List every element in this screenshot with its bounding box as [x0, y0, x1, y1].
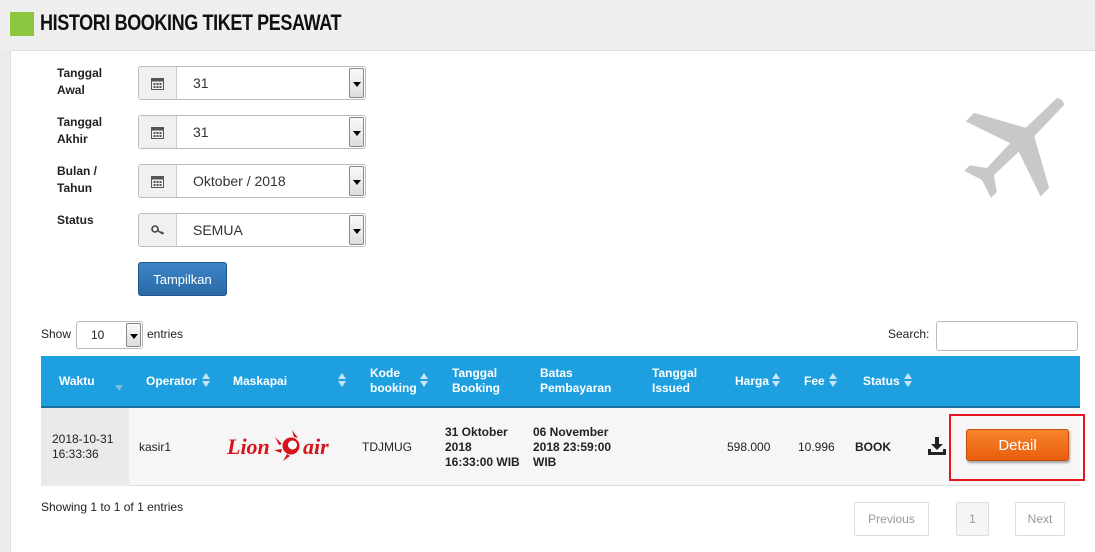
status-value: SEMUA: [193, 222, 243, 238]
table-info: Showing 1 to 1 of 1 entries: [41, 500, 184, 514]
bulan-tahun-label: Bulan / Tahun: [57, 164, 98, 195]
search-label: Search:: [888, 327, 930, 341]
column-header-batas-pembayaran[interactable]: Batas Pembayaran: [540, 356, 620, 406]
cell-batas-pembayaran: 06 November 2018 23:59:00 WIB: [533, 424, 612, 469]
next-button[interactable]: Next: [1015, 502, 1065, 536]
tampilkan-button[interactable]: Tampilkan: [138, 262, 227, 296]
calendar-icon: [139, 165, 177, 197]
svg-text:Lion: Lion: [227, 434, 270, 459]
page-length-select[interactable]: 10: [76, 321, 143, 349]
sort-icon: [772, 373, 781, 389]
sort-desc-icon: [115, 373, 124, 391]
chevron-down-icon[interactable]: [349, 68, 364, 98]
header-accent-square: [10, 12, 34, 36]
table-header: Waktu Operator Maskapai Kode booking Tan…: [41, 356, 1080, 408]
bulan-tahun-select[interactable]: Oktober / 2018: [138, 164, 366, 198]
status-select[interactable]: SEMUA: [138, 213, 366, 247]
calendar-icon: [139, 67, 177, 99]
cell-tanggal-issued: [652, 408, 712, 486]
entries-label: entries: [147, 327, 184, 341]
lion-air-logo: Lion air: [227, 430, 329, 461]
detail-button[interactable]: Detail: [966, 429, 1069, 461]
airplane-icon: [964, 98, 1064, 198]
column-header-harga[interactable]: Harga: [735, 356, 775, 406]
cell-fee: 10.996: [798, 439, 835, 454]
column-header-operator[interactable]: Operator: [146, 356, 206, 406]
content-panel: Tanggal Awal 31 Tanggal Akhir 31 Bulan /…: [10, 50, 1095, 552]
status-label: Status: [57, 213, 94, 227]
tanggal-awal-select[interactable]: 31: [138, 66, 366, 100]
bulan-tahun-value: Oktober / 2018: [193, 173, 286, 189]
cell-status: BOOK: [855, 439, 891, 454]
cell-kode-booking: TDJMUG: [362, 439, 412, 454]
sort-icon: [420, 373, 429, 389]
column-header-waktu[interactable]: Waktu: [59, 356, 119, 406]
calendar-icon: [139, 116, 177, 148]
search-input[interactable]: [936, 321, 1078, 351]
tanggal-akhir-label: Tanggal Akhir: [57, 115, 103, 146]
page-number-button[interactable]: 1: [956, 502, 989, 536]
previous-button[interactable]: Previous: [854, 502, 929, 536]
sort-icon: [904, 373, 913, 389]
sort-icon: [202, 373, 211, 389]
table-row: 2018-10-31 16:33:36 kasir1 Lion air TDJMU…: [41, 408, 1080, 486]
svg-text:air: air: [303, 434, 329, 459]
cell-tanggal-booking: 31 Oktober 2018 16:33:00 WIB: [445, 424, 520, 469]
chevron-down-icon[interactable]: [349, 166, 364, 196]
download-icon[interactable]: [927, 436, 947, 456]
column-header-status[interactable]: Status: [863, 356, 903, 406]
page-title: HISTORI BOOKING TIKET PESAWAT: [40, 10, 342, 35]
tanggal-akhir-value: 31: [193, 124, 209, 140]
cell-operator: kasir1: [139, 439, 172, 454]
chevron-down-icon[interactable]: [349, 215, 364, 245]
tanggal-awal-label: Tanggal Awal: [57, 66, 103, 97]
tanggal-awal-value: 31: [193, 75, 209, 91]
sort-icon: [829, 373, 838, 389]
column-header-maskapai[interactable]: Maskapai: [233, 356, 313, 406]
cell-harga: 598.000: [727, 439, 771, 454]
column-header-tanggal-issued[interactable]: Tanggal Issued: [652, 356, 712, 406]
show-label: Show: [41, 327, 72, 341]
chevron-down-icon[interactable]: [349, 117, 364, 147]
column-header-kode-booking[interactable]: Kode booking: [370, 356, 420, 406]
column-header-tanggal-booking[interactable]: Tanggal Booking: [452, 356, 512, 406]
sort-icon: [338, 373, 347, 389]
key-icon: [139, 214, 177, 246]
tanggal-akhir-select[interactable]: 31: [138, 115, 366, 149]
page-length-value: 10: [91, 328, 105, 342]
page-header: HISTORI BOOKING TIKET PESAWAT: [0, 0, 1095, 50]
booking-table: Waktu Operator Maskapai Kode booking Tan…: [41, 356, 1080, 486]
cell-waktu: 2018-10-31 16:33:36: [52, 432, 114, 461]
chevron-down-icon[interactable]: [126, 323, 141, 347]
